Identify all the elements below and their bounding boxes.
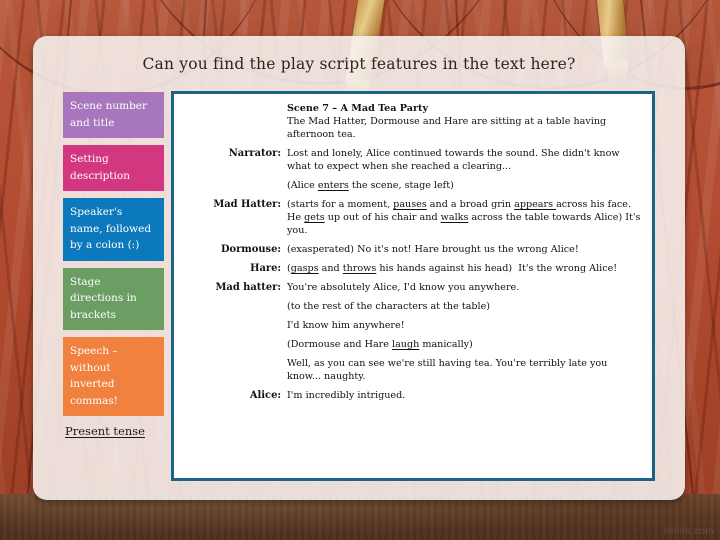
script-line-text: (Dormouse and Hare laugh manically) <box>287 339 473 350</box>
script-scene-heading: Scene 7 – A Mad Tea Party <box>287 103 429 114</box>
feature-box-scene[interactable]: Scene number and title <box>63 92 164 138</box>
underlined-verb-throws: throws <box>342 263 377 274</box>
feature-label-present-tense[interactable]: Present tense <box>63 423 164 441</box>
watermark: lwlink.com <box>663 526 714 537</box>
feature-box-stage[interactable]: Stage directions in brackets <box>63 267 164 330</box>
script-panel: Scene 7 – A Mad Tea Party The Mad Hatter… <box>171 91 655 481</box>
script-line-stage-direction-2: (to the rest of the characters at the ta… <box>183 300 643 313</box>
underlined-verb-laugh: laugh <box>392 339 420 350</box>
script-line-text: Well, as you can see we're still having … <box>287 358 608 382</box>
underlined-verb-appears: appears <box>514 199 557 210</box>
script-line-text: I'd know him anywhere! <box>287 320 405 331</box>
script-line-text: (gasps and throws his hands against his … <box>287 263 618 274</box>
feature-legend-column: Scene number and title Setting descripti… <box>63 92 164 441</box>
script-speaker-name: Narrator: <box>228 148 281 159</box>
script-speaker-name: Dormouse: <box>220 244 281 255</box>
feature-box-speech[interactable]: Speech – without inverted commas! <box>63 337 164 416</box>
script-line-narrator: Narrator: Lost and lonely, Alice continu… <box>183 147 643 173</box>
script-line-hare: Hare: (gasps and throws his hands agains… <box>183 262 643 275</box>
script-line-speech-2: Well, as you can see we're still having … <box>183 357 643 383</box>
script-speaker-name: Alice: <box>249 390 281 401</box>
script-line-text: I'm incredibly intrigued. <box>287 390 406 401</box>
script-line-mad-hatter: Mad Hatter: (starts for a moment, pauses… <box>183 198 643 237</box>
script-speaker-name: Mad Hatter: <box>213 199 281 210</box>
script-line-speech-1: I'd know him anywhere! <box>183 319 643 332</box>
slide-panel: Can you find the play script features in… <box>33 36 685 500</box>
script-line-text: You're absolutely Alice, I'd know you an… <box>287 282 520 293</box>
script-speaker-name: Hare: <box>250 263 281 274</box>
underlined-verb-enters: enters <box>317 180 349 191</box>
script-line-alice: Alice: I'm incredibly intrigued. <box>183 389 643 402</box>
feature-box-setting[interactable]: Setting description <box>63 145 164 191</box>
script-setting-description: The Mad Hatter, Dormouse and Hare are si… <box>287 116 607 140</box>
script-line-stage-direction: (Alice enters the scene, stage left) <box>183 179 643 192</box>
script-line-text: (Alice enters the scene, stage left) <box>287 180 454 191</box>
script-text-area: Scene 7 – A Mad Tea Party The Mad Hatter… <box>174 94 652 478</box>
script-line-text: (starts for a moment, pauses and a broad… <box>287 199 641 236</box>
script-line-text: Lost and lonely, Alice continued towards… <box>287 148 620 172</box>
page-title: Can you find the play script features in… <box>142 55 576 73</box>
underlined-verb-walks: walks <box>440 212 469 223</box>
script-line-text: (to the rest of the characters at the ta… <box>287 301 491 312</box>
script-line-mad-hatter-2: Mad hatter: You're absolutely Alice, I'd… <box>183 281 643 294</box>
script-speaker-name: Mad hatter: <box>215 282 281 293</box>
stage-floor: lwlink.com <box>0 494 720 540</box>
underlined-verb-gasps: gasps <box>290 263 319 274</box>
script-line-text: (exasperated) No it's not! Hare brought … <box>287 244 579 255</box>
underlined-verb-pauses: pauses <box>393 199 427 210</box>
script-line-stage-direction-3: (Dormouse and Hare laugh manically) <box>183 338 643 351</box>
script-line-dormouse: Dormouse: (exasperated) No it's not! Har… <box>183 243 643 256</box>
underlined-verb-gets: gets <box>304 212 325 223</box>
script-scene-heading-row: Scene 7 – A Mad Tea Party The Mad Hatter… <box>183 102 643 141</box>
feature-box-speaker[interactable]: Speaker's name, followed by a colon (:) <box>63 198 164 261</box>
